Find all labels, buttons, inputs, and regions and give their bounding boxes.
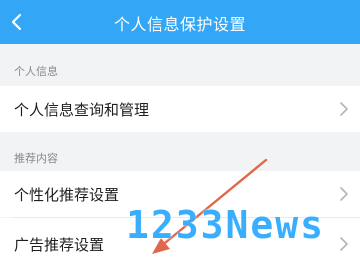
- list-item-label: 个性化推荐设置: [14, 186, 120, 204]
- section-label-recommended-content: 推荐内容: [14, 152, 58, 165]
- list-item-personal-info-management[interactable]: 个人信息查询和管理: [0, 86, 360, 132]
- top-bar: 个人信息保护设置: [0, 0, 360, 44]
- watermark-logo: 1233News: [126, 203, 326, 247]
- chevron-right-icon: [338, 186, 350, 202]
- section-label-personal-info: 个人信息: [14, 65, 58, 78]
- list-item-label: 个人信息查询和管理: [14, 101, 150, 119]
- chevron-right-icon: [338, 236, 350, 252]
- page-title: 个人信息保护设置: [113, 15, 246, 34]
- list-item-label: 广告推荐设置: [14, 236, 105, 254]
- chevron-right-icon: [338, 101, 350, 117]
